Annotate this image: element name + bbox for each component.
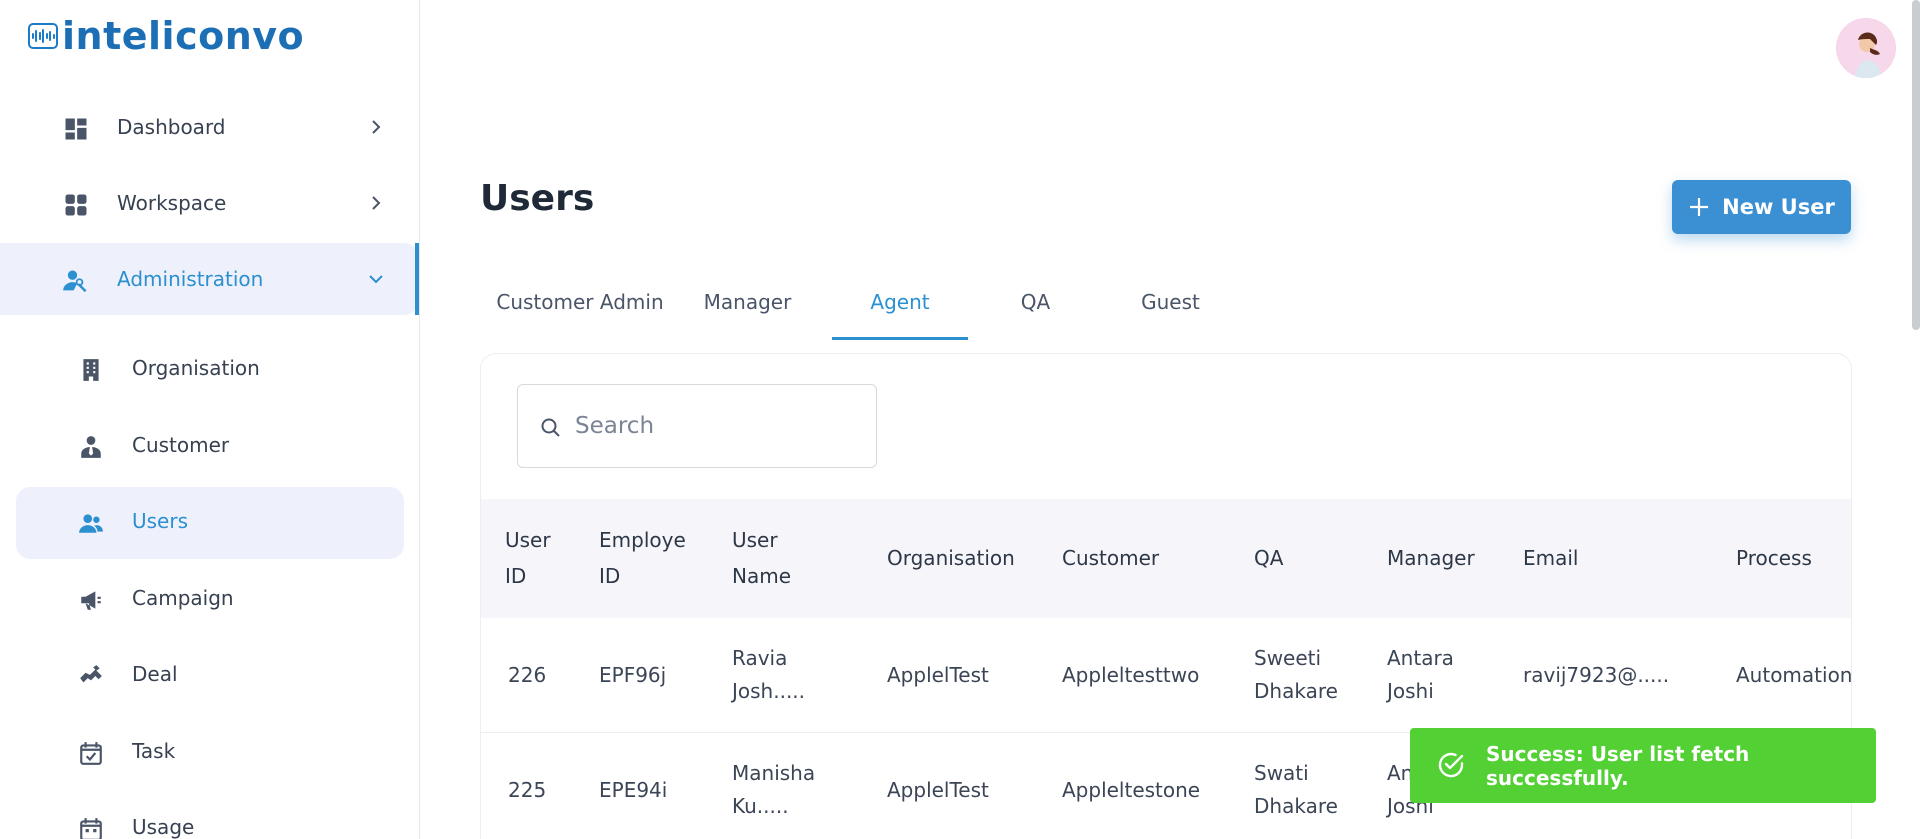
cell-organisation: ApplelTest (887, 778, 989, 802)
search-icon (541, 418, 560, 437)
plus-icon (1690, 198, 1709, 216)
sidebar-item-label: Deal (132, 662, 178, 686)
column-header-organisation[interactable]: Organisation (887, 540, 1015, 576)
brand-name: inteliconvo (62, 14, 305, 58)
column-header-customer[interactable]: Customer (1062, 540, 1159, 576)
tab-qa[interactable]: QA (968, 282, 1103, 340)
cell-user-id: 226 (508, 663, 547, 687)
sidebar-item-users[interactable]: Users (16, 487, 404, 559)
users-icon (79, 514, 103, 533)
sidebar-item-label: Campaign (132, 586, 234, 610)
role-tabs: Customer Admin Manager Agent QA Guest (480, 282, 1240, 340)
column-header-process[interactable]: Process (1736, 540, 1812, 576)
active-indicator (415, 243, 419, 315)
tab-manager[interactable]: Manager (680, 282, 815, 340)
cell-text: Antara (1387, 646, 1454, 670)
cell-text: Swati (1254, 761, 1309, 785)
sidebar-item-campaign[interactable]: Campaign (0, 564, 420, 636)
cell-email: ravij7923@..... (1523, 663, 1670, 687)
header-text: ID (599, 564, 621, 588)
new-user-button[interactable]: New User (1672, 180, 1851, 234)
scrollbar[interactable] (1912, 0, 1920, 330)
cell-text: Ku..... (732, 794, 789, 818)
sidebar-item-label: Dashboard (117, 115, 226, 139)
toast-message: Success: User list fetch successfully. (1486, 741, 1750, 790)
sidebar: inteliconvo Dashboard Workspace Administ… (0, 0, 420, 839)
column-header-user-name[interactable]: User Name (732, 522, 791, 594)
administration-icon (63, 270, 87, 293)
column-header-user-id[interactable]: User ID (505, 522, 551, 594)
header-text: Employe (599, 528, 686, 552)
new-user-label: New User (1722, 195, 1835, 219)
cell-text: Dhakare (1254, 794, 1338, 818)
calendar-check-icon (80, 742, 102, 765)
cell-organisation: ApplelTest (887, 663, 989, 687)
sidebar-item-customer[interactable]: Customer (0, 411, 420, 483)
chevron-down-icon (369, 275, 383, 284)
cell-manager: Antara Joshi (1387, 642, 1454, 708)
column-header-manager[interactable]: Manager (1387, 540, 1475, 576)
calendar-icon (80, 818, 102, 839)
sidebar-item-organisation[interactable]: Organisation (0, 334, 420, 406)
header-text: User (505, 528, 551, 552)
success-toast[interactable]: Success: User list fetch successfully. (1410, 728, 1876, 803)
brand-logo[interactable]: inteliconvo (28, 16, 304, 56)
tab-agent[interactable]: Agent (832, 282, 968, 340)
cell-customer: Appleltestone (1062, 778, 1201, 802)
cell-customer: Appleltesttwo (1062, 663, 1200, 687)
avatar[interactable] (1836, 18, 1896, 78)
page-title: Users (480, 178, 595, 219)
sidebar-item-label: Customer (132, 433, 230, 457)
sidebar-item-label: Organisation (132, 356, 260, 380)
cell-text: Josh..... (732, 679, 806, 703)
sidebar-item-label: Workspace (117, 191, 227, 215)
cell-user-name: Ravia Josh..... (732, 642, 805, 708)
cell-employee-id: EPE94i (599, 778, 668, 802)
column-header-email[interactable]: Email (1523, 540, 1579, 576)
header-text: User (732, 528, 778, 552)
sidebar-item-administration[interactable]: Administration (0, 243, 418, 315)
table-header: User ID Employe ID User Name Organisation C… (481, 499, 1851, 618)
sidebar-item-usage[interactable]: Usage (0, 793, 420, 839)
cell-text: Dhakare (1254, 679, 1338, 703)
sidebar-item-label: Task (132, 739, 176, 763)
building-icon (83, 359, 99, 381)
header-text: ID (505, 564, 527, 588)
cell-user-id: 225 (508, 778, 547, 802)
megaphone-icon (81, 591, 101, 610)
chevron-right-icon (372, 196, 381, 210)
sidebar-item-label: Usage (132, 815, 195, 839)
cell-text: Joshi (1387, 679, 1434, 703)
tab-customer-admin[interactable]: Customer Admin (480, 282, 680, 340)
header-text: Name (732, 564, 792, 588)
sidebar-item-deal[interactable]: Deal (0, 640, 420, 712)
cell-text: Ravia (732, 646, 788, 670)
search-placeholder: Search (575, 413, 655, 439)
check-circle-icon (1438, 752, 1464, 778)
workspace-icon (65, 194, 87, 216)
customer-icon (81, 436, 101, 458)
cell-employee-id: EPF96j (599, 663, 667, 687)
cell-user-name: Manisha Ku..... (732, 757, 815, 823)
table-row[interactable]: 226 EPF96j Ravia Josh..... ApplelTest App… (481, 618, 1852, 733)
cell-qa: Sweeti Dhakare (1254, 642, 1338, 708)
cell-qa: Swati Dhakare (1254, 757, 1338, 823)
cell-process: Automation (1736, 663, 1852, 687)
search-input[interactable]: Search (517, 384, 877, 468)
cell-text: Sweeti (1254, 646, 1322, 670)
sidebar-item-dashboard[interactable]: Dashboard (0, 91, 420, 163)
sidebar-item-label: Users (132, 509, 189, 533)
cell-text: Manisha (732, 761, 816, 785)
sidebar-item-task[interactable]: Task (0, 717, 420, 789)
dashboard-icon (65, 118, 87, 140)
tab-guest[interactable]: Guest (1103, 282, 1238, 340)
handshake-icon (80, 665, 102, 683)
column-header-employee-id[interactable]: Employe ID (599, 522, 686, 594)
sidebar-item-workspace[interactable]: Workspace (0, 167, 420, 239)
sidebar-item-label: Administration (117, 267, 264, 291)
column-header-qa[interactable]: QA (1254, 540, 1283, 576)
chevron-right-icon (372, 120, 381, 134)
user-avatar-icon (1836, 18, 1896, 78)
waveform-icon (28, 23, 58, 49)
